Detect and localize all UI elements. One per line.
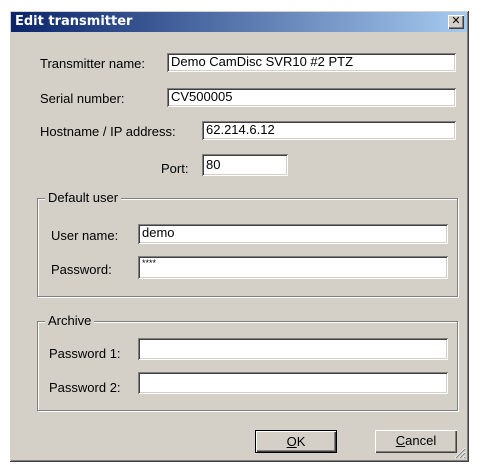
user-name-field[interactable]: demo xyxy=(138,224,448,244)
port-field[interactable]: 80 xyxy=(202,154,288,176)
default-user-legend: Default user xyxy=(45,190,122,205)
close-icon: ✕ xyxy=(451,14,461,27)
ok-button[interactable]: OK xyxy=(255,430,337,453)
edit-transmitter-dialog: Edit transmitter ✕ Transmitter name: Dem… xyxy=(9,10,469,462)
default-user-group: Default user xyxy=(37,190,458,297)
serial-number-label: Serial number: xyxy=(40,91,125,106)
transmitter-name-field[interactable]: Demo CamDisc SVR10 #2 PTZ xyxy=(167,53,456,72)
password-1-label: Password 1: xyxy=(49,346,121,361)
title-bar[interactable]: Edit transmitter ✕ xyxy=(11,12,467,32)
serial-number-field[interactable]: CV500005 xyxy=(167,88,456,107)
archive-legend: Archive xyxy=(45,313,95,328)
transmitter-name-label: Transmitter name: xyxy=(40,56,145,71)
password-2-label: Password 2: xyxy=(49,380,121,395)
dialog-title: Edit transmitter xyxy=(15,14,133,29)
password-1-field[interactable] xyxy=(138,338,448,360)
cancel-mnemonic: C xyxy=(395,433,406,448)
ok-label-rest: K xyxy=(296,434,306,449)
password-2-field[interactable] xyxy=(138,372,448,394)
ok-mnemonic: O xyxy=(286,434,297,449)
user-name-label: User name: xyxy=(51,228,119,243)
close-button[interactable]: ✕ xyxy=(448,14,464,29)
resize-grip-icon[interactable] xyxy=(454,447,466,459)
password-label: Password: xyxy=(51,262,112,277)
hostname-field[interactable]: 62.214.6.12 xyxy=(202,121,456,140)
cancel-button[interactable]: Cancel xyxy=(375,430,457,453)
cancel-label-rest: ancel xyxy=(405,433,437,448)
port-label: Port: xyxy=(161,161,189,176)
archive-group: Archive xyxy=(37,313,458,411)
password-field[interactable]: **** xyxy=(138,256,448,279)
hostname-label: Hostname / IP address: xyxy=(40,124,176,139)
